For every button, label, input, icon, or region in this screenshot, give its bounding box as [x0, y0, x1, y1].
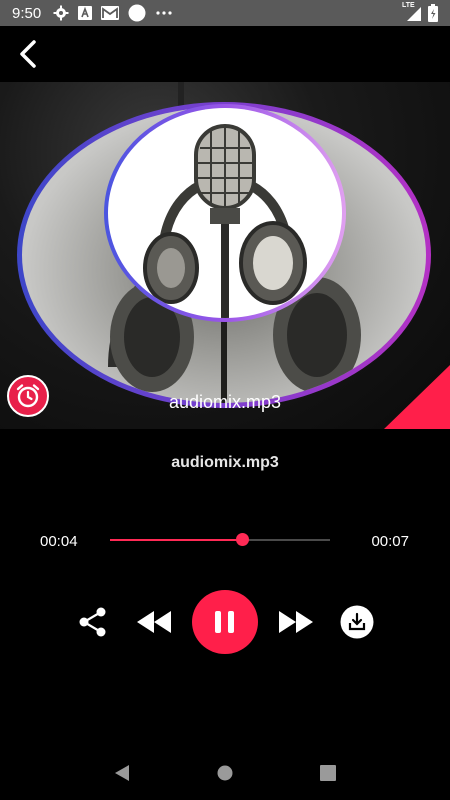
download-button[interactable]	[339, 604, 375, 640]
more-dots-icon	[156, 11, 172, 15]
toolbar	[0, 26, 450, 82]
nav-recents-button[interactable]	[308, 753, 348, 793]
pause-button[interactable]	[192, 590, 258, 654]
status-bar: 9:50 LTE	[0, 0, 450, 26]
gmail-icon	[101, 6, 120, 20]
time-current: 00:04	[40, 533, 78, 550]
system-nav-bar	[0, 746, 450, 800]
settings-icon	[53, 5, 69, 21]
status-time: 9:50	[12, 4, 42, 22]
battery-icon	[428, 4, 438, 22]
album-artwork: audiomix.mp3	[0, 82, 450, 429]
status-system-icons: LTE	[402, 2, 438, 22]
inner-artwork-image	[108, 108, 342, 318]
corner-accent	[384, 365, 450, 429]
nav-back-button[interactable]	[102, 753, 142, 793]
recents-square-icon	[320, 765, 337, 781]
seek-bar[interactable]	[110, 533, 330, 546]
seek-bar-progress	[110, 539, 242, 541]
track-title: audiomix.mp3	[171, 454, 279, 471]
rewind-button[interactable]	[136, 608, 172, 636]
seek-bar-thumb[interactable]	[236, 533, 249, 546]
home-circle-icon	[217, 765, 233, 781]
status-notification-icons	[53, 4, 173, 22]
artwork-title: audiomix.mp3	[168, 392, 282, 412]
back-triangle-icon	[114, 765, 129, 781]
microphone-headphones-image	[143, 124, 307, 318]
nav-home-button[interactable]	[205, 753, 245, 793]
playback-controls	[0, 590, 450, 654]
share-icon	[79, 607, 106, 637]
back-arrow-icon	[20, 40, 36, 68]
rewind-icon	[137, 611, 171, 633]
signal-icon: LTE	[402, 2, 422, 22]
pause-icon	[215, 611, 234, 633]
fast-forward-icon	[279, 611, 313, 633]
inner-artwork-ring	[104, 104, 346, 322]
circle-icon	[128, 4, 146, 22]
fast-forward-button[interactable]	[278, 608, 314, 636]
back-button[interactable]	[6, 30, 50, 78]
share-button[interactable]	[76, 604, 110, 640]
download-icon	[340, 605, 374, 639]
time-total: 00:07	[371, 533, 409, 550]
font-icon	[78, 6, 93, 20]
